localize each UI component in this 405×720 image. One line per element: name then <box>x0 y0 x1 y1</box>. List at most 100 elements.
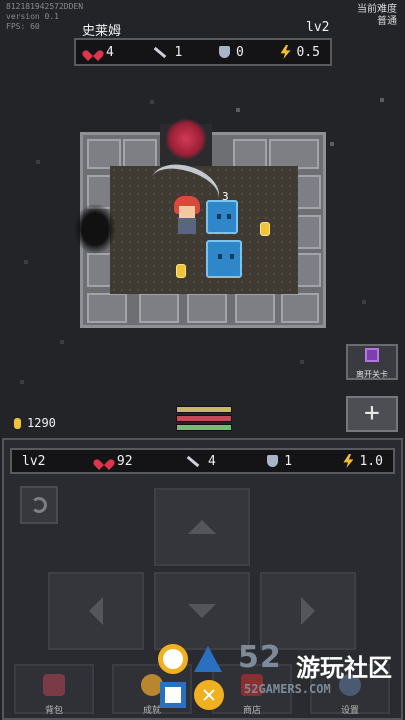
player-speed-value: 1.0 <box>359 453 383 469</box>
debug-version: version 0.1 <box>6 12 59 21</box>
slime-eye <box>227 214 231 219</box>
difficulty-indicator: 当前难度 普通 <box>357 4 397 28</box>
enemy-defense-value: 0 <box>236 44 244 60</box>
slime-eye <box>218 254 222 259</box>
slime-enemy[interactable] <box>206 240 242 278</box>
wall-block <box>233 139 267 169</box>
shadow-creature <box>74 204 116 254</box>
refresh-button[interactable] <box>20 486 58 524</box>
watermark-chinese: 游玩社区 <box>296 654 392 682</box>
wall-block <box>187 293 227 323</box>
portal-icon <box>365 348 379 362</box>
enemy-hp-value: 4 <box>106 44 114 60</box>
ambient-particle <box>362 300 366 304</box>
player-speed: 1.0 <box>343 453 383 469</box>
watermark-domain: 52GAMERS.COM <box>244 682 331 696</box>
circle-icon <box>158 644 188 674</box>
dpad-left-button[interactable] <box>48 572 144 650</box>
refresh-icon <box>31 497 47 513</box>
ambient-particle <box>236 108 240 112</box>
triangle-icon <box>194 646 224 674</box>
player-character <box>172 196 202 236</box>
coin-icon[interactable] <box>176 264 186 278</box>
ambient-particle <box>300 360 304 364</box>
ambient-particle <box>24 260 28 264</box>
arrow-up-icon <box>188 520 216 534</box>
lightning-icon <box>343 454 354 468</box>
ambient-particle <box>330 142 334 146</box>
enemy-hp: 4 <box>86 45 114 60</box>
wall-block <box>281 293 319 323</box>
shield-icon <box>219 46 230 58</box>
slime-eye <box>230 254 234 259</box>
debug-info: 812181942572DDEN version 0.1 FPS: 60 <box>6 2 83 32</box>
difficulty-label: 当前难度 <box>357 4 397 15</box>
cross-icon: ✕ <box>194 680 224 710</box>
square-icon <box>160 682 186 708</box>
nav-settings-label: 设置 <box>340 706 359 716</box>
enemy-name: 史莱姆 <box>82 24 122 39</box>
wall-block <box>235 293 275 323</box>
wall-block <box>139 293 179 323</box>
enemy-defense: 0 <box>219 45 244 60</box>
arrow-down-icon <box>188 604 216 618</box>
difficulty-value: 普通 <box>377 16 397 27</box>
heart-icon <box>86 46 100 58</box>
ambient-particle <box>36 160 40 164</box>
ambient-particle <box>150 100 154 104</box>
arrow-left-icon <box>89 597 103 625</box>
add-button[interactable]: + <box>346 396 398 432</box>
player-level: lv2 <box>22 453 46 469</box>
nav-backpack-label: 背包 <box>44 706 63 716</box>
coin-icon[interactable] <box>260 222 270 236</box>
coin-icon <box>14 417 21 429</box>
player-body <box>178 218 196 234</box>
ambient-particle <box>380 98 384 102</box>
sword-icon <box>186 455 200 467</box>
debug-fps: FPS: 60 <box>6 22 40 31</box>
dpad-up-button[interactable] <box>154 488 250 566</box>
player-attack-value: 4 <box>207 453 216 469</box>
debug-build: 812181942572DDEN <box>6 2 84 11</box>
dpad-down-button[interactable] <box>154 572 250 650</box>
heart-icon <box>97 455 111 467</box>
enemy-attack-value: 1 <box>174 44 183 60</box>
enemy-stats-bar: 4 1 0 0.5 <box>74 38 332 66</box>
wall-block <box>123 139 157 169</box>
shield-icon <box>267 455 279 467</box>
player-face <box>179 206 195 218</box>
player-hp-value: 92 <box>116 453 133 469</box>
enemy-speed-value: 0.5 <box>296 44 320 60</box>
slime-eye <box>217 214 221 219</box>
player-attack: 4 <box>184 454 216 469</box>
fire-icon <box>166 118 206 160</box>
player-exp-bar <box>176 406 232 413</box>
player-defense: 1 <box>267 454 292 469</box>
backpack-icon <box>43 674 65 696</box>
damage-number: 3 <box>222 190 229 203</box>
player-hp-bar <box>176 415 232 422</box>
ambient-particle <box>20 380 24 384</box>
sword-icon <box>153 46 166 58</box>
enemy-attack: 1 <box>151 44 183 60</box>
ambient-particle <box>60 340 64 344</box>
player-hp: 92 <box>97 454 133 469</box>
wall-block <box>87 293 127 323</box>
leave-level-label: 离开关卡 <box>356 370 388 379</box>
player-defense-value: 1 <box>284 453 293 469</box>
nav-backpack-button[interactable]: 背包 <box>14 664 94 716</box>
leave-level-button[interactable]: 离开关卡 <box>346 344 398 380</box>
wall-block <box>87 139 121 169</box>
gold-amount: 1290 <box>27 416 56 430</box>
enemy-level: lv2 <box>306 20 330 35</box>
enemy-speed: 0.5 <box>280 44 320 60</box>
watermark-number: 52 <box>238 640 282 675</box>
arrow-right-icon <box>301 597 315 625</box>
lightning-icon <box>280 45 291 59</box>
wall-block <box>269 139 319 169</box>
dpad-right-button[interactable] <box>260 572 356 650</box>
watermark-logo: ✕ <box>158 644 238 716</box>
nav-shop-label: 商店 <box>242 706 261 716</box>
gold-counter: 1290 <box>14 416 56 430</box>
player-stats-bar: lv2 92 4 1 1.0 <box>10 448 395 474</box>
